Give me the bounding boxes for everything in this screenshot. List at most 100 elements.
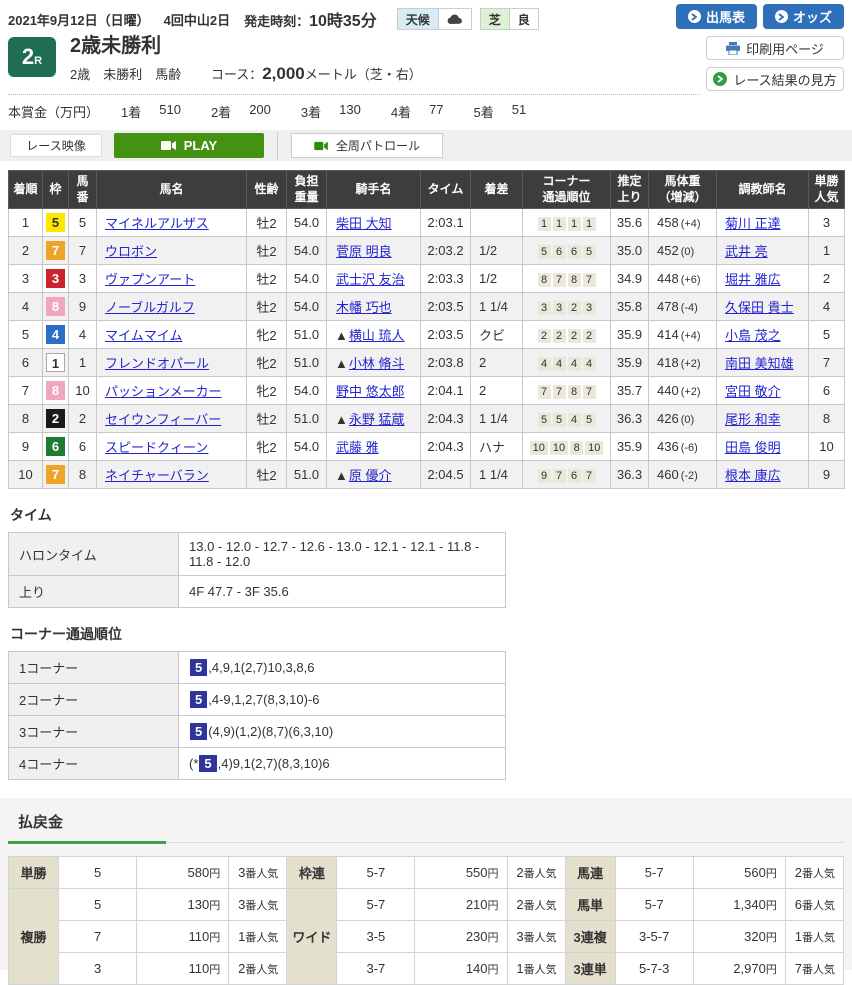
trainer-link[interactable]: 田島 俊明 [725,440,781,455]
corner2-label: 2コーナー [9,684,179,716]
corner-pos: 4 [538,357,551,371]
play-button[interactable]: PLAY [114,133,264,158]
corner-pos: 5 [538,413,551,427]
amount: 130円 [137,889,229,921]
last-time-label: 上り [9,576,179,608]
jockey-link[interactable]: 横山 琉人 [349,328,405,343]
trainer-link[interactable]: 菊川 正達 [725,216,781,231]
results-body: 1 5 5 マイネルアルザス 牡2 54.0 柴田 大知 2:03.1 1111… [9,209,845,489]
trainer-link[interactable]: 久保田 貴士 [725,300,794,315]
horse-link[interactable]: ネイチャーバラン [105,468,209,483]
jockey-link[interactable]: 武士沢 友治 [336,272,405,287]
results-header-row: 着順 枠 馬 番 馬名 性齢 負担 重量 騎手名 タイム 着差 コーナー 通過順… [9,171,845,209]
horse-link[interactable]: マイムマイム [105,328,182,343]
horse-number: 10 [69,377,97,405]
corner1-label: 1コーナー [9,652,179,684]
jockey-link[interactable]: 菅原 明良 [336,244,392,259]
divider [277,132,278,159]
win-favorite: 8 [809,405,845,433]
sex-age: 牝2 [247,433,287,461]
corner-pos: 2 [568,301,581,315]
jockey-link[interactable]: 小林 脩斗 [349,356,405,371]
corner-pos: 6 [553,245,566,259]
printer-icon [726,42,740,55]
bet-type-place: 複勝 [9,889,59,985]
corner-pos: 4 [553,357,566,371]
race-video-button[interactable]: レース映像 [10,134,102,157]
table-row: 6 1 1 フレンドオパール 牝2 51.0 ▲小林 脩斗 2:03.8 2 4… [9,349,845,377]
corner-cells: 1111 [538,217,596,231]
start-time-value: 10時35分 [309,13,377,30]
col-body-weight: 馬体重 （増減） [649,171,717,209]
horse-link[interactable]: ノーブルガルフ [105,300,195,315]
course-label: コース： [211,67,262,82]
win-favorite: 9 [809,461,845,489]
results-guide-button[interactable]: レース結果の見方 [706,67,844,91]
combo: 5-7 [337,889,415,921]
horse-number: 9 [69,293,97,321]
camera-icon [314,141,329,151]
horse-link[interactable]: セイウンフィーバー [105,412,221,427]
table-row: 1 5 5 マイネルアルザス 牡2 54.0 柴田 大知 2:03.1 1111… [9,209,845,237]
horse-link[interactable]: マイネルアルザス [105,216,209,231]
corner-pos: 5 [553,413,566,427]
body-weight-diff: (-6) [681,442,698,454]
print-page-button[interactable]: 印刷用ページ [706,36,844,60]
win-favorite: 3 [809,209,845,237]
corner-pos: 3 [553,301,566,315]
jockey-link[interactable]: 永野 猛蔵 [349,412,405,427]
cloud-icon [447,14,463,25]
trainer-link[interactable]: 南田 美知雄 [725,356,794,371]
trainer-link[interactable]: 尾形 和幸 [725,412,781,427]
finish-position: 7 [9,377,43,405]
last-3f: 36.3 [611,405,649,433]
last-3f: 34.9 [611,265,649,293]
corner-pos: 8 [568,385,581,399]
payout-section: 払戻金 単勝 5 580円 3番人気 枠連 5-7 550円 2番人気 馬連 5… [0,798,852,970]
entry-table-button[interactable]: 出馬表 [676,4,757,29]
furlong-time-label: ハロンタイム [9,533,179,576]
combo: 5-7 [337,857,415,889]
sex-age: 牡2 [247,265,287,293]
horse-link[interactable]: ヴァプンアート [105,272,195,287]
combo: 5 [59,889,137,921]
col-trainer: 調教師名 [717,171,809,209]
horse-number: 2 [69,405,97,433]
corner-cells: 9767 [538,469,596,483]
jockey-link[interactable]: 武藤 雅 [336,440,379,455]
col-last3f: 推定 上り [611,171,649,209]
corner-pos: 3 [538,301,551,315]
corner-pos: 7 [583,273,596,287]
win-favorite: 7 [809,349,845,377]
condition-badges: 天候 芝 良 [397,8,539,30]
horse-link[interactable]: パッションメーカー [105,384,222,399]
sex-age: 牡2 [247,293,287,321]
last-3f: 35.8 [611,293,649,321]
bet-type-bracket: 枠連 [287,857,337,889]
jockey-link[interactable]: 柴田 大知 [336,216,392,231]
corner-cells: 5665 [538,245,596,259]
trainer-link[interactable]: 小島 茂之 [725,328,781,343]
trainer-link[interactable]: 宮田 敬介 [725,384,781,399]
trainer-link[interactable]: 根本 康広 [725,468,781,483]
win-favorite: 6 [809,377,845,405]
trainer-link[interactable]: 堀井 雅広 [725,272,781,287]
jockey-link[interactable]: 木幡 巧也 [336,300,392,315]
body-weight: 452(0) [649,237,717,265]
bet-type-trio: 3連複 [565,921,615,953]
finish-position: 1 [9,209,43,237]
odds-button[interactable]: オッズ [763,4,844,29]
amount: 210円 [415,889,507,921]
trainer-link[interactable]: 武井 亮 [725,244,768,259]
horse-link[interactable]: スピードクィーン [105,440,208,455]
horse-link[interactable]: ウロボン [105,244,157,259]
jockey-link[interactable]: 野中 悠太郎 [336,384,405,399]
combo: 7 [59,921,137,953]
last-3f: 35.9 [611,433,649,461]
patrol-video-button[interactable]: 全周パトロール [291,133,443,158]
jockey-link[interactable]: 原 優介 [349,468,392,483]
leader-number: 5 [190,691,207,708]
corner-pos: 4 [583,357,596,371]
horse-link[interactable]: フレンドオパール [105,356,209,371]
corner-cells: 1010810 [530,441,604,455]
